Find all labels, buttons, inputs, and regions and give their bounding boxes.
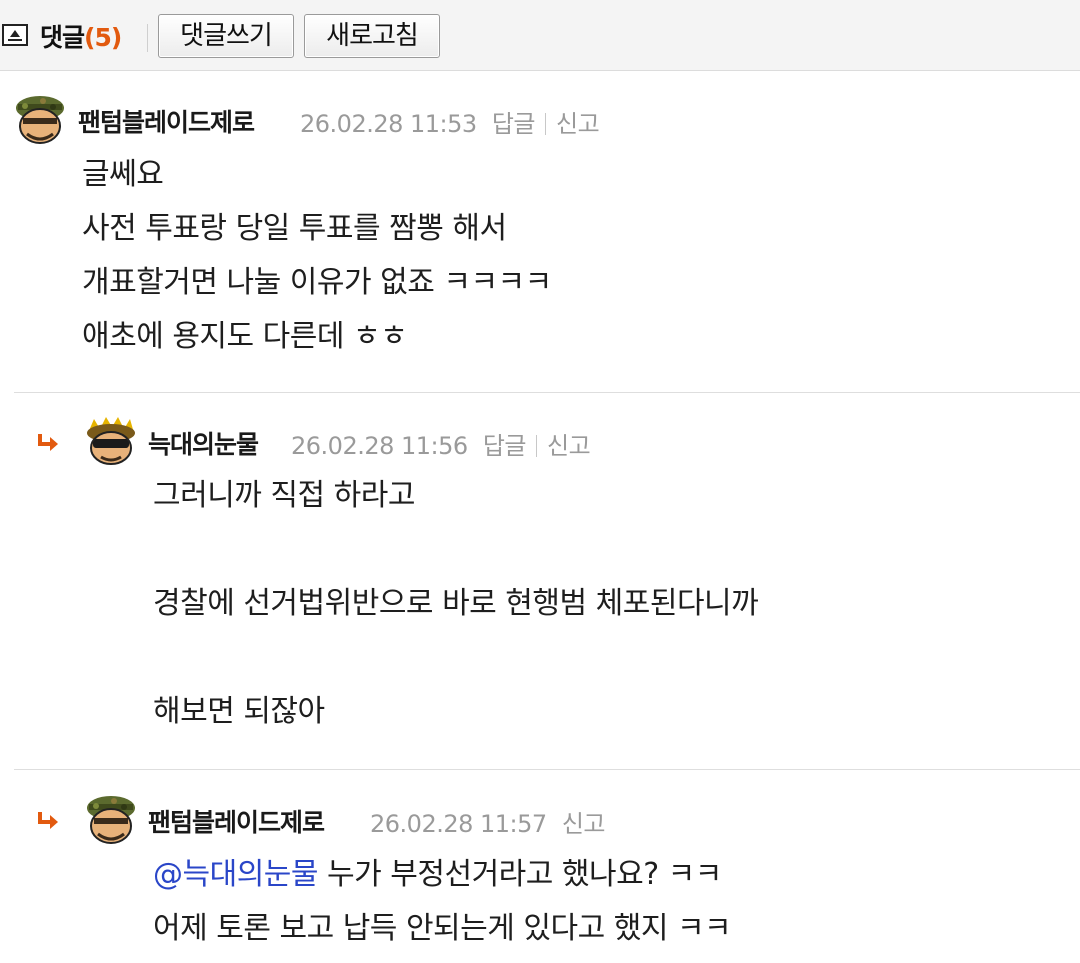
reply-link[interactable]: 답글 (492, 110, 536, 138)
comment-meta: 26.02.28 11:57 신고 (370, 804, 605, 839)
comment-line: 경찰에 선거법위반으로 바로 현행범 체포된다니까 (153, 586, 759, 621)
reply-arrow-icon (38, 434, 58, 451)
report-link[interactable]: 신고 (547, 432, 591, 460)
comment-line: 어제 토론 보고 납득 안되는게 있다고 했지 ㅋㅋ (153, 911, 732, 946)
comment-author[interactable]: 늑대의눈물 (148, 425, 259, 461)
report-link[interactable]: 신고 (556, 110, 600, 138)
comment-line: 글쎄요 (82, 157, 164, 192)
comment-body: 그러니까 직접 하라고 경찰에 선거법위반으로 바로 현행범 체포된다니까 해보… (153, 469, 759, 739)
comment-line: 사전 투표랑 당일 투표를 짬뽕 해서 (82, 211, 507, 246)
comment-datetime: 26.02.28 11:57 (370, 810, 547, 838)
mention-link[interactable]: @늑대의눈물 (153, 857, 319, 892)
comment-line: 해보면 되잖아 (153, 694, 325, 729)
comment-author[interactable]: 팬텀블레이드제로 (148, 803, 325, 839)
meta-divider (535, 435, 537, 457)
reply-link[interactable]: 답글 (483, 432, 527, 460)
comment-author[interactable]: 팬텀블레이드제로 (78, 103, 255, 139)
reply-arrow-icon (38, 812, 58, 829)
comment-line: 그러니까 직접 하라고 (153, 478, 415, 513)
comment-line (153, 523, 758, 577)
comment-datetime: 26.02.28 11:53 (300, 110, 477, 138)
collapse-icon[interactable] (2, 24, 28, 46)
comment-line (153, 631, 758, 685)
write-comment-button[interactable]: 댓글쓰기 (158, 14, 294, 58)
avatar (16, 96, 64, 144)
comment-count: (5) (84, 23, 122, 52)
comment-line: 개표할거면 나눌 이유가 없죠 ㅋㅋㅋㅋ (82, 265, 552, 300)
comment-divider (14, 392, 1080, 393)
meta-divider (544, 113, 546, 135)
comment-datetime: 26.02.28 11:56 (291, 432, 468, 460)
comment-section-title: 댓글(5) (40, 18, 122, 54)
avatar (87, 796, 135, 844)
comment-line: @늑대의눈물 누가 부정선거라고 했나요? ㅋㅋ (153, 848, 731, 902)
refresh-button[interactable]: 새로고침 (304, 14, 440, 58)
comment-text: 누가 부정선거라고 했나요? ㅋㅋ (318, 857, 722, 892)
comment-body: @늑대의눈물 누가 부정선거라고 했나요? ㅋㅋ 어제 토론 보고 납득 안되는… (153, 848, 732, 956)
header-divider (147, 24, 148, 52)
comment-body: 글쎄요 사전 투표랑 당일 투표를 짬뽕 해서 개표할거면 나눌 이유가 없죠 … (82, 148, 552, 364)
comment-line: 애초에 용지도 다른데 ㅎㅎ (82, 319, 408, 354)
comment-title-label: 댓글 (40, 23, 85, 52)
comment-meta: 26.02.28 11:56 답글 신고 (291, 426, 591, 461)
comment-divider (14, 769, 1080, 770)
comment-header-bar: 댓글(5) 댓글쓰기 새로고침 (0, 0, 1080, 71)
avatar (87, 417, 135, 465)
report-link[interactable]: 신고 (562, 810, 606, 838)
comment-meta: 26.02.28 11:53 답글 신고 (300, 104, 600, 139)
